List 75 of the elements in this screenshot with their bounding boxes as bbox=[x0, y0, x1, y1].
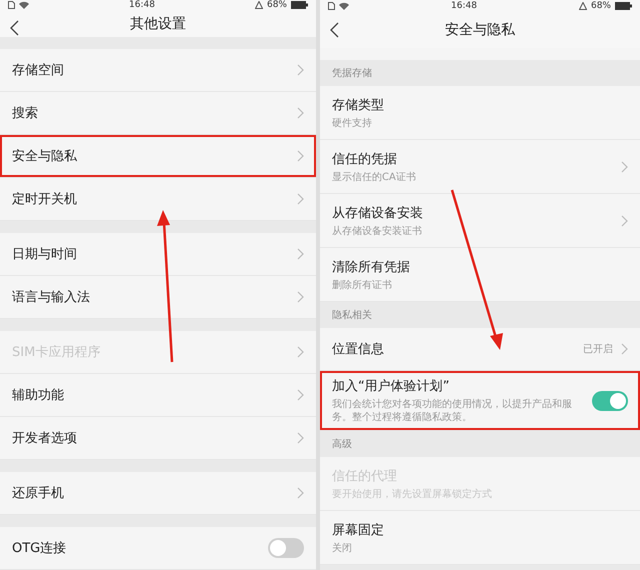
sim-icon bbox=[8, 1, 15, 9]
chevron-icon bbox=[297, 291, 304, 303]
settings-item[interactable]: 存储空间 bbox=[0, 49, 316, 92]
chevron-icon bbox=[297, 432, 304, 444]
settings-item[interactable]: 位置信息 已开启 bbox=[320, 328, 640, 371]
chevron-icon bbox=[621, 343, 628, 355]
page-title: 其他设置 bbox=[130, 14, 186, 32]
settings-item[interactable]: 日期与时间 bbox=[0, 233, 316, 276]
chevron-icon bbox=[297, 150, 304, 162]
settings-item[interactable]: 信任的凭据 显示信任的CA证书 bbox=[320, 140, 640, 194]
item-subtitle: 我们会统计您对各项功能的使用情况，以提升产品和服务。整个过程将遵循隐私政策。 bbox=[332, 398, 573, 424]
chevron-icon bbox=[297, 487, 304, 499]
toggle-switch[interactable] bbox=[268, 538, 304, 558]
item-label: 定时开关机 bbox=[12, 191, 78, 208]
settings-item[interactable]: 语言与输入法 bbox=[0, 276, 316, 319]
battery-percent: 68% bbox=[266, 0, 287, 10]
sim-icon bbox=[328, 2, 335, 10]
status-time: 16:48 bbox=[129, 0, 155, 10]
settings-item[interactable]: 还原手机 bbox=[0, 472, 316, 515]
toggle-switch[interactable] bbox=[592, 390, 628, 410]
item-label: 还原手机 bbox=[12, 485, 65, 502]
chevron-icon bbox=[621, 160, 628, 172]
chevron-icon bbox=[297, 64, 304, 76]
item-label: 日期与时间 bbox=[12, 246, 78, 263]
alarm-icon bbox=[254, 1, 263, 9]
settings-item[interactable]: 开发者选项 bbox=[0, 417, 316, 460]
chevron-icon bbox=[621, 214, 628, 226]
back-icon[interactable] bbox=[10, 20, 19, 36]
section-header: 凭据存储 bbox=[332, 66, 372, 80]
settings-item[interactable]: 从存储设备安装 从存储设备安装证书 bbox=[320, 194, 640, 248]
chevron-icon bbox=[297, 389, 304, 401]
item-label: 辅助功能 bbox=[12, 387, 65, 404]
item-subtitle: 关闭 bbox=[332, 542, 353, 554]
item-label: 开发者选项 bbox=[12, 430, 78, 447]
back-icon[interactable] bbox=[330, 22, 339, 38]
wifi-icon bbox=[19, 1, 29, 9]
battery-icon bbox=[614, 2, 632, 10]
item-label: 从存储设备安装 bbox=[332, 204, 424, 222]
item-label: 加入“用户体验计划” bbox=[332, 378, 450, 395]
item-label: OTG连接 bbox=[12, 540, 68, 557]
chevron-icon bbox=[297, 107, 304, 119]
item-label: 屏幕固定 bbox=[332, 522, 385, 538]
item-label: 安全与隐私 bbox=[12, 148, 78, 165]
settings-item[interactable]: 存储类型 硬件支持 bbox=[320, 86, 640, 140]
settings-item[interactable]: 安全与隐私 bbox=[0, 135, 316, 178]
item-label: 清除所有凭据 bbox=[332, 258, 411, 276]
item-subtitle: 硬件支持 bbox=[332, 116, 373, 130]
settings-item[interactable]: 加入“用户体验计划” 我们会统计您对各项功能的使用情况，以提升产品和服务。整个过程将遵循隐私政策。 bbox=[320, 371, 640, 431]
section-header: 隐私相关 bbox=[332, 308, 372, 322]
battery-percent: 68% bbox=[590, 1, 611, 11]
settings-item[interactable]: 辅助功能 bbox=[0, 374, 316, 417]
settings-item[interactable]: 清除所有凭据 删除所有证书 bbox=[320, 248, 640, 302]
section-header: 高级 bbox=[332, 438, 352, 451]
item-label: 位置信息 bbox=[332, 341, 385, 358]
item-subtitle: 显示信任的CA证书 bbox=[332, 170, 417, 184]
item-label: 存储类型 bbox=[332, 96, 385, 114]
item-label: 信任的凭据 bbox=[332, 150, 398, 168]
item-subtitle: 从存储设备安装证书 bbox=[332, 224, 423, 238]
item-subtitle: 删除所有证书 bbox=[332, 278, 393, 292]
item-label: 存储空间 bbox=[12, 62, 65, 79]
chevron-icon bbox=[297, 248, 304, 260]
settings-item[interactable]: OTG连接 bbox=[0, 527, 316, 570]
settings-item[interactable]: 搜索 bbox=[0, 92, 316, 135]
settings-item[interactable]: 定时开关机 bbox=[0, 178, 316, 221]
alarm-icon bbox=[578, 2, 587, 10]
settings-item[interactable]: 屏幕固定 关闭 bbox=[320, 511, 640, 565]
chevron-icon bbox=[297, 193, 304, 205]
wifi-icon bbox=[339, 2, 349, 10]
item-label: 语言与输入法 bbox=[12, 289, 91, 306]
status-time: 16:48 bbox=[451, 1, 477, 11]
chevron-icon bbox=[297, 346, 304, 358]
status-value: 已开启 bbox=[583, 342, 613, 356]
battery-icon bbox=[290, 1, 308, 9]
item-label: 搜索 bbox=[12, 105, 39, 122]
page-title: 安全与隐私 bbox=[445, 21, 515, 39]
